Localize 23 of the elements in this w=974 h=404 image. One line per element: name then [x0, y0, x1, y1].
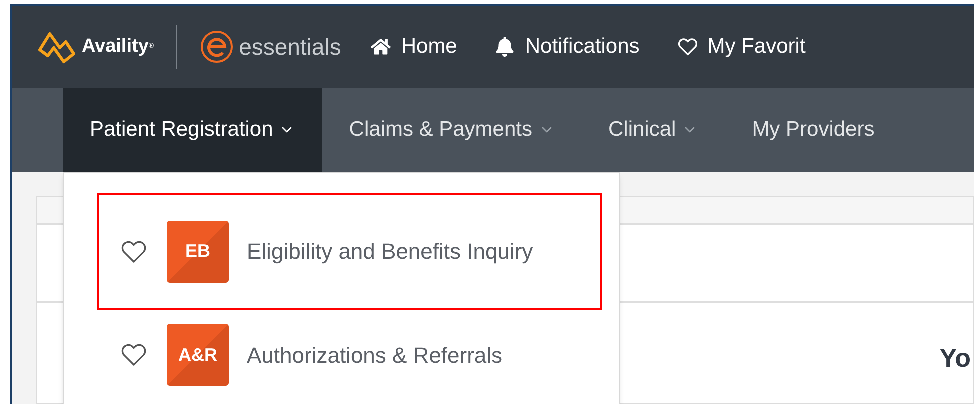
favorite-heart-icon[interactable] — [121, 342, 147, 368]
main-nav-tab[interactable]: My Providers — [725, 88, 902, 172]
main-nav-tab[interactable]: Patient Registration — [63, 88, 322, 172]
favorite-heart-icon[interactable] — [121, 238, 147, 264]
app-badge: A&R — [167, 324, 229, 386]
content-heading: Yo — [940, 342, 971, 375]
top-nav-link[interactable]: Home — [371, 31, 458, 63]
bell-icon — [495, 37, 516, 57]
menu-item-label: Authorizations & Referrals — [247, 342, 503, 370]
top-nav-link[interactable]: Notifications — [495, 31, 640, 63]
logo-icon — [36, 30, 78, 64]
menu-item[interactable]: A&R Authorizations & Referrals — [97, 324, 602, 386]
top-nav-link[interactable]: My Favorit — [678, 31, 806, 63]
main-nav-tab[interactable]: Claims & Payments — [322, 88, 582, 172]
heart-icon — [678, 37, 698, 57]
product-name: essentials — [239, 32, 342, 62]
home-icon — [371, 37, 392, 57]
menu-item[interactable]: EB Eligibility and Benefits Inquiry — [97, 193, 602, 310]
product-logo-icon — [199, 29, 236, 65]
menu-item-label: Eligibility and Benefits Inquiry — [247, 238, 534, 266]
main-nav-tab[interactable]: Clinical — [582, 88, 726, 172]
app-badge: EB — [167, 220, 229, 282]
brand-name: Availity$^{®}$ — [82, 34, 154, 59]
